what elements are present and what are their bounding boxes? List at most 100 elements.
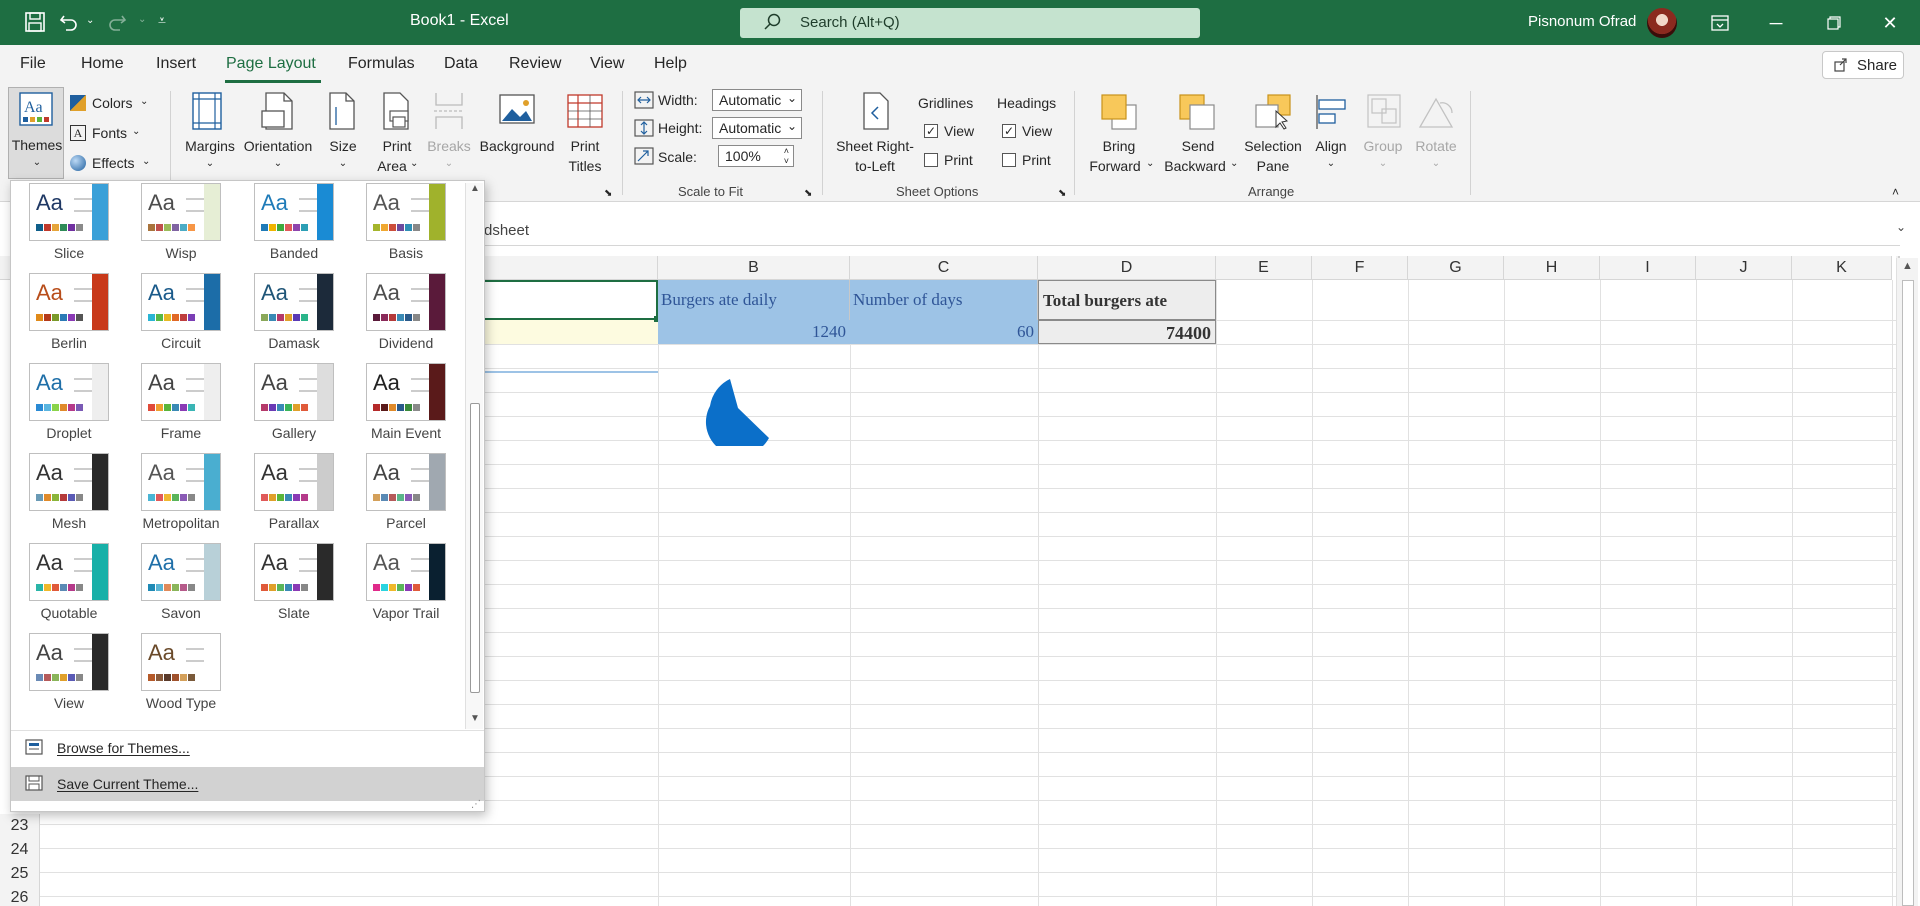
share-button[interactable]: Share xyxy=(1822,51,1904,79)
sheet-right-to-left-button[interactable]: Sheet Right- to-Left xyxy=(832,89,918,179)
theme-wood-type[interactable]: Aa Wood Type xyxy=(129,631,229,715)
column-header-k[interactable]: K xyxy=(1792,256,1892,280)
themes-gallery-scrollbar[interactable]: ▲ ▼ xyxy=(465,183,483,729)
theme-basis[interactable]: Aa Basis xyxy=(354,181,454,265)
theme-quotable[interactable]: Aa Quotable xyxy=(17,541,117,625)
column-header-g[interactable]: G xyxy=(1408,256,1504,280)
scrollbar-thumb[interactable] xyxy=(1902,280,1914,906)
scroll-up-arrow-icon[interactable]: ▲ xyxy=(1902,260,1913,272)
background-button[interactable]: Background xyxy=(474,89,560,179)
size-button[interactable]: Size ⌄ xyxy=(318,89,368,179)
theme-circuit[interactable]: Aa Circuit xyxy=(129,271,229,355)
theme-gallery[interactable]: Aa Gallery xyxy=(242,361,342,445)
undo-dropdown-icon[interactable]: ⌄ xyxy=(86,15,94,26)
row-header-26[interactable]: 26 xyxy=(0,886,40,906)
headings-print-checkbox[interactable] xyxy=(1002,153,1016,167)
column-header-i[interactable]: I xyxy=(1600,256,1696,280)
cell-a2[interactable] xyxy=(480,320,658,344)
cell-b1[interactable]: Burgers ate daily xyxy=(658,280,850,320)
cell-c1[interactable]: Number of days xyxy=(850,280,1038,320)
collapse-ribbon-icon[interactable]: ˄ xyxy=(1892,183,1899,201)
scroll-up-icon[interactable]: ▲ xyxy=(468,183,482,194)
theme-frame[interactable]: Aa Frame xyxy=(129,361,229,445)
tab-insert[interactable]: Insert xyxy=(156,55,196,73)
column-header-c[interactable]: C xyxy=(850,256,1038,280)
resize-grip-icon[interactable]: ⋰ xyxy=(471,799,481,810)
scale-spinner[interactable]: 100% ˄ ˅ xyxy=(718,145,794,167)
save-current-theme-item[interactable]: Save Current Theme... xyxy=(11,767,484,801)
cell-d2[interactable]: 74400 xyxy=(1038,320,1216,344)
width-dropdown[interactable]: Automatic ⌄ xyxy=(712,89,802,111)
orientation-button[interactable]: Orientation ⌄ xyxy=(238,89,318,179)
themes-button[interactable]: Aa Themes ⌄ xyxy=(8,87,64,179)
row-header-25[interactable]: 25 xyxy=(0,862,40,886)
theme-slate[interactable]: Aa Slate xyxy=(242,541,342,625)
column-header-f[interactable]: F xyxy=(1312,256,1408,280)
scroll-down-icon[interactable]: ▼ xyxy=(468,713,482,724)
minimize-icon[interactable]: ─ xyxy=(1756,8,1796,38)
theme-parallax[interactable]: Aa Parallax xyxy=(242,451,342,535)
tab-home[interactable]: Home xyxy=(81,55,124,73)
fonts-button[interactable]: A Fonts ⌄ xyxy=(70,123,150,145)
theme-slice[interactable]: Aa Slice xyxy=(17,181,117,265)
tab-view[interactable]: View xyxy=(590,55,624,73)
row-header-23[interactable]: 23 xyxy=(0,814,40,838)
align-button[interactable]: Align ⌄ xyxy=(1306,89,1356,179)
theme-view[interactable]: Aa View xyxy=(17,631,117,715)
browse-for-themes-item[interactable]: Browse for Themes... xyxy=(11,731,484,765)
theme-savon[interactable]: Aa Savon xyxy=(129,541,229,625)
group-button[interactable]: Group ⌄ xyxy=(1358,89,1408,179)
restore-icon[interactable] xyxy=(1814,8,1854,38)
customize-toolbar-icon[interactable]: ⩡ xyxy=(158,12,166,29)
breaks-button[interactable]: Breaks ⌄ xyxy=(424,89,474,179)
height-dropdown[interactable]: Automatic ⌄ xyxy=(712,117,802,139)
theme-dividend[interactable]: Aa Dividend xyxy=(354,271,454,355)
row-header-24[interactable]: 24 xyxy=(0,838,40,862)
redo-icon[interactable] xyxy=(106,11,128,39)
cell-b2[interactable]: 1240 xyxy=(658,320,850,344)
cell-c2[interactable]: 60 xyxy=(850,320,1038,344)
column-header-d[interactable]: D xyxy=(1038,256,1216,280)
print-titles-button[interactable]: Print Titles xyxy=(560,89,610,179)
save-icon[interactable] xyxy=(24,11,46,39)
column-header-b[interactable]: B xyxy=(658,256,850,280)
theme-berlin[interactable]: Aa Berlin xyxy=(17,271,117,355)
scale-to-fit-launcher-icon[interactable]: ⬊ xyxy=(804,185,812,203)
column-header-j[interactable]: J xyxy=(1696,256,1792,280)
search-input[interactable]: Search (Alt+Q) xyxy=(740,8,1200,38)
selection-pane-button[interactable]: Selection Pane xyxy=(1240,89,1306,179)
send-backward-button[interactable]: Send Backward ⌄ xyxy=(1158,89,1238,179)
bring-forward-button[interactable]: Bring Forward ⌄ xyxy=(1082,89,1156,179)
theme-parcel[interactable]: Aa Parcel xyxy=(354,451,454,535)
theme-mesh[interactable]: Aa Mesh xyxy=(17,451,117,535)
page-setup-launcher-icon[interactable]: ⬊ xyxy=(604,185,612,203)
tab-help[interactable]: Help xyxy=(654,55,687,73)
close-icon[interactable]: ✕ xyxy=(1870,8,1910,38)
tab-review[interactable]: Review xyxy=(509,55,561,73)
print-area-button[interactable]: Print Area ⌄ xyxy=(368,89,426,179)
theme-wisp[interactable]: Aa Wisp xyxy=(129,181,229,265)
theme-droplet[interactable]: Aa Droplet xyxy=(17,361,117,445)
column-header-h[interactable]: H xyxy=(1504,256,1600,280)
headings-view-checkbox[interactable]: ✓ xyxy=(1002,124,1016,138)
tab-file[interactable]: File xyxy=(20,55,46,73)
theme-main-event[interactable]: Aa Main Event xyxy=(354,361,454,445)
theme-metropolitan[interactable]: Aa Metropolitan xyxy=(129,451,229,535)
margins-button[interactable]: Margins ⌄ xyxy=(180,89,240,179)
redo-dropdown-icon[interactable]: ⌄ xyxy=(138,14,146,25)
effects-button[interactable]: Effects ⌄ xyxy=(70,153,154,175)
theme-damask[interactable]: Aa Damask xyxy=(242,271,342,355)
user-name[interactable]: Pisnonum Ofrad xyxy=(1528,13,1636,30)
selected-cell-a1[interactable] xyxy=(480,280,658,320)
scrollbar-thumb[interactable] xyxy=(470,403,480,693)
tab-page-layout[interactable]: Page Layout xyxy=(226,55,316,73)
rotate-button[interactable]: Rotate ⌄ xyxy=(1410,89,1462,179)
gridlines-print-checkbox[interactable] xyxy=(924,153,938,167)
gridlines-view-checkbox[interactable]: ✓ xyxy=(924,124,938,138)
tab-data[interactable]: Data xyxy=(444,55,478,73)
tab-formulas[interactable]: Formulas xyxy=(348,55,415,73)
sheet-options-launcher-icon[interactable]: ⬊ xyxy=(1058,185,1066,203)
pie-chart-shape[interactable] xyxy=(700,366,780,446)
ribbon-display-options-icon[interactable] xyxy=(1700,8,1740,38)
theme-vapor-trail[interactable]: Aa Vapor Trail xyxy=(354,541,454,625)
